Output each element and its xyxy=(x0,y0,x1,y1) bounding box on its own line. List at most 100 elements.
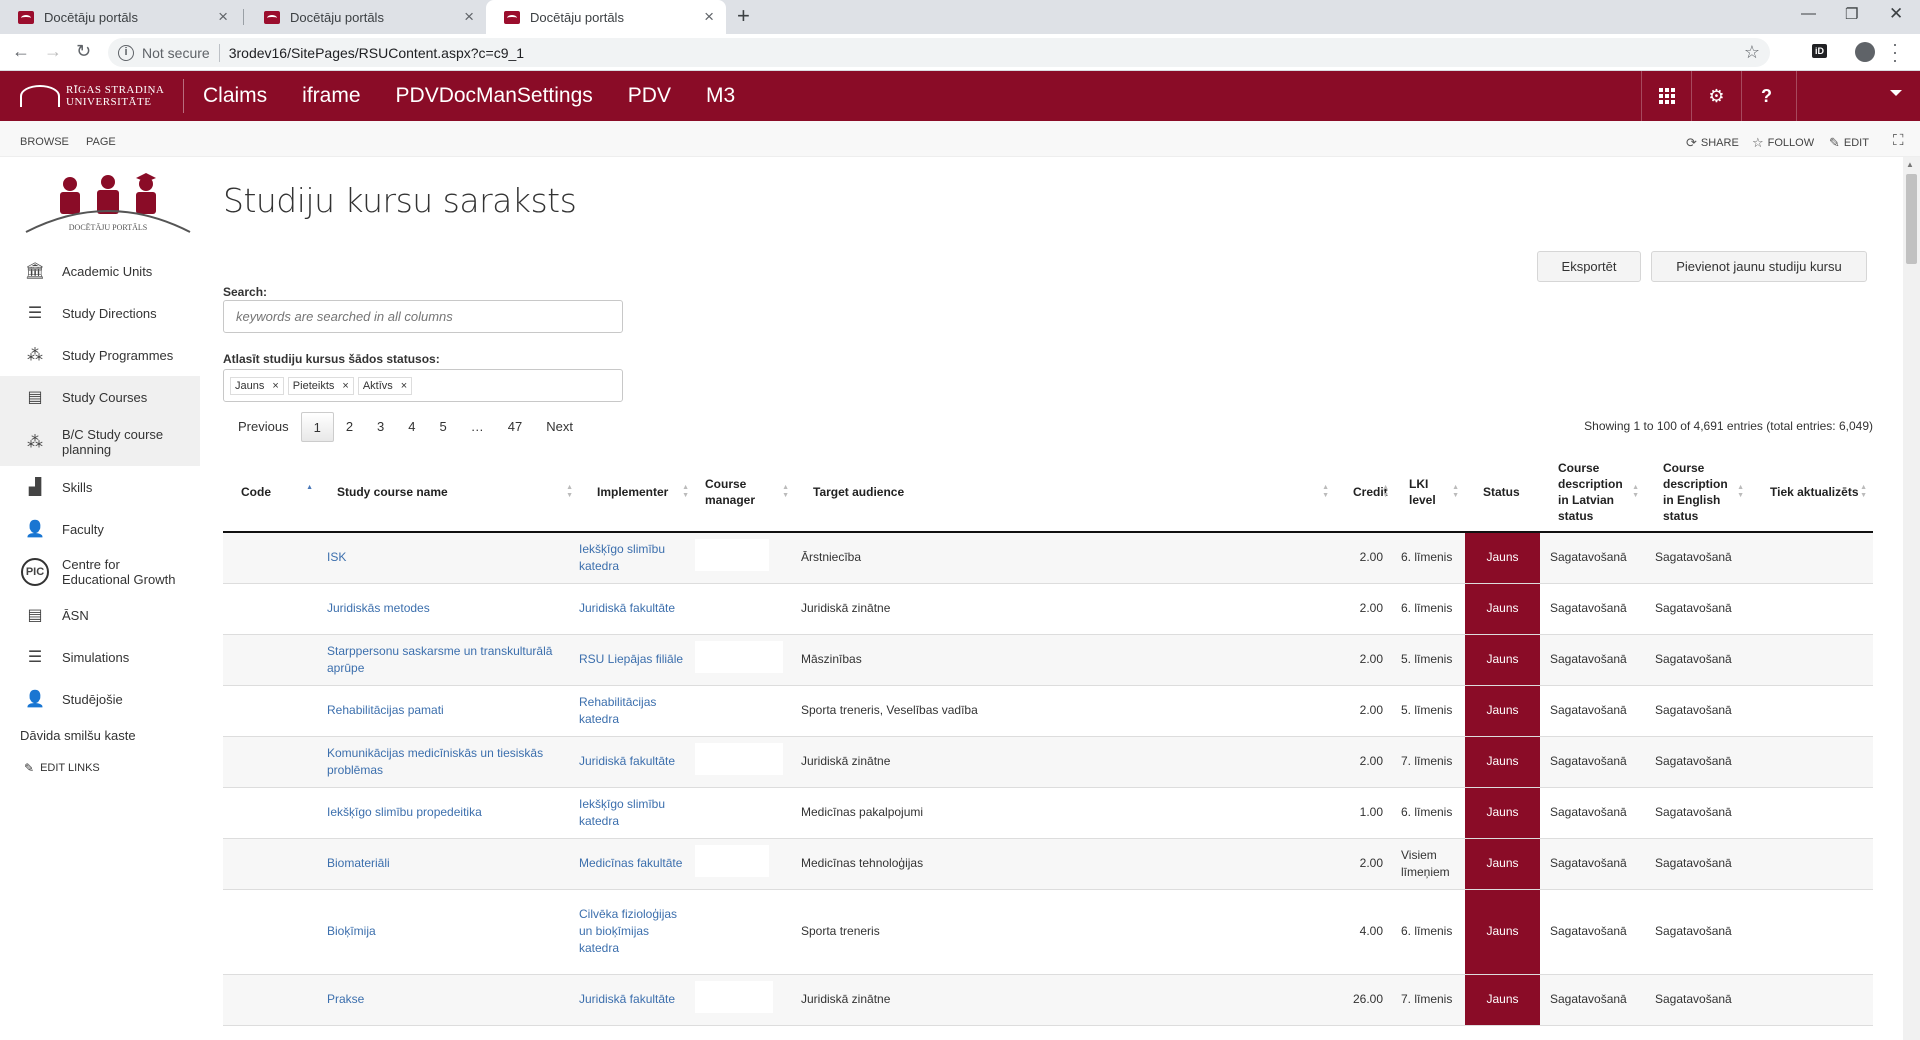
extension-id-icon[interactable]: iD xyxy=(1812,44,1827,58)
follow-button[interactable]: ☆ FOLLOW xyxy=(1752,135,1814,151)
suite-nav-m3[interactable]: M3 xyxy=(706,84,735,108)
col-desc-lv-status[interactable]: Course description in Latvian status ▲ ▼ xyxy=(1540,452,1645,533)
implementer-link[interactable]: Juridiskā fakultāte xyxy=(579,754,675,768)
pager-page-47[interactable]: 47 xyxy=(496,412,534,442)
table-row[interactable]: Prakse Juridiskā fakultāte Juridiskā zināt… xyxy=(223,974,1873,1026)
profile-icon[interactable] xyxy=(1855,42,1875,62)
app-launcher-icon[interactable] xyxy=(1641,71,1691,121)
table-row[interactable]: Juridiskās metodes Juridiskā fakultāte Jur… xyxy=(223,583,1873,635)
edit-button[interactable]: ✎ EDIT xyxy=(1829,135,1869,151)
add-course-button[interactable]: Pievienot jaunu studiju kursu xyxy=(1651,251,1867,282)
nav-davida-smilsu-kaste[interactable]: Dāvida smilšu kaste xyxy=(0,720,200,751)
implementer-link[interactable]: Iekšķīgo slimību katedra xyxy=(579,797,665,828)
chevron-down-icon[interactable] xyxy=(1890,90,1902,96)
pager-page-2[interactable]: 2 xyxy=(334,412,365,442)
table-row[interactable]: Rehabilitācijas pamati Rehabilitācijas ka… xyxy=(223,685,1873,737)
browser-tab-1[interactable]: Docētāju portāls × xyxy=(0,0,240,34)
course-name-link[interactable]: Starppersonu saskarsme un transkulturālā… xyxy=(327,644,552,675)
edit-links[interactable]: ✎ EDIT LINKS xyxy=(0,751,200,785)
suite-nav-pdvdocmansettings[interactable]: PDVDocManSettings xyxy=(396,84,593,108)
browser-tab-2[interactable]: Docētāju portāls × xyxy=(246,0,486,34)
reload-icon[interactable]: ↻ xyxy=(76,41,91,62)
col-course-manager[interactable]: Course manager ▲ ▼ xyxy=(695,452,795,533)
nav-academic-units[interactable]: 🏛 Academic Units xyxy=(0,250,200,292)
nav-centre-for-educational-growth[interactable]: PIC Centre for Educational Growth xyxy=(0,550,200,594)
kebab-menu-icon[interactable]: · · · xyxy=(1892,35,1898,69)
implementer-link[interactable]: Iekšķīgo slimību katedra xyxy=(579,542,665,573)
implementer-link[interactable]: RSU Liepājas filiāle xyxy=(579,652,683,666)
close-icon[interactable]: × xyxy=(704,7,714,27)
col-credit[interactable]: Credit ▲ ▼ xyxy=(1335,452,1395,533)
pager-page-5[interactable]: 5 xyxy=(428,412,459,442)
status-filter-input[interactable]: Jauns × Pieteikts × Aktīvs × xyxy=(223,369,623,402)
nav-bc-study-course-planning[interactable]: ⁂ B/C Study course planning xyxy=(0,418,200,466)
col-tiek-aktualizets[interactable]: Tiek aktualizēts ▲ ▼ xyxy=(1750,452,1873,533)
nav-asn[interactable]: ▤ ĀSN xyxy=(0,594,200,636)
col-code[interactable]: Code ▲ xyxy=(223,452,319,533)
minimize-icon[interactable]: — xyxy=(1801,5,1816,22)
table-row[interactable]: Komunikācijas medicīniskās un tiesiskās … xyxy=(223,736,1873,788)
pager-page-4[interactable]: 4 xyxy=(396,412,427,442)
close-icon[interactable]: × xyxy=(218,7,228,27)
table-row[interactable]: Bioķīmija Cilvēka fizioloģijas un bioķīmi… xyxy=(223,889,1873,975)
nav-studejosie[interactable]: 👤 Studējošie xyxy=(0,678,200,720)
suite-nav-claims[interactable]: Claims xyxy=(203,84,267,108)
focus-mode-icon[interactable]: ⛶ xyxy=(1893,132,1904,149)
implementer-link[interactable]: Juridiskā fakultāte xyxy=(579,601,675,615)
course-name-link[interactable]: Komunikācijas medicīniskās un tiesiskās … xyxy=(327,746,543,777)
window-close-icon[interactable]: ✕ xyxy=(1889,4,1903,24)
ribbon-tab-page[interactable]: PAGE xyxy=(86,136,116,148)
course-name-link[interactable]: Prakse xyxy=(327,992,364,1006)
ribbon-tab-browse[interactable]: BROWSE xyxy=(20,136,69,148)
browser-tab-3[interactable]: Docētāju portāls × xyxy=(486,0,726,34)
nav-skills[interactable]: ▟ Skills xyxy=(0,466,200,508)
course-name-link[interactable]: Juridiskās metodes xyxy=(327,601,430,615)
course-name-link[interactable]: Bioķīmija xyxy=(327,924,376,938)
omnibox[interactable]: i Not secure 3rodev16/SitePages/RSUConte… xyxy=(108,38,1770,67)
remove-tag-icon[interactable]: × xyxy=(342,380,348,392)
implementer-link[interactable]: Medicīnas fakultāte xyxy=(579,856,682,870)
settings-gear-icon[interactable]: ⚙ xyxy=(1691,71,1741,121)
col-lki-level[interactable]: LKI level ▲ ▼ xyxy=(1395,452,1465,533)
implementer-link[interactable]: Cilvēka fizioloģijas un bioķīmijas kated… xyxy=(579,907,677,955)
search-input[interactable] xyxy=(223,300,623,333)
help-icon[interactable]: ? xyxy=(1741,71,1791,121)
rsu-logo[interactable]: RĪGAS STRADIŅA UNIVERSITĀTE xyxy=(20,81,170,111)
nav-faculty[interactable]: 👤 Faculty xyxy=(0,508,200,550)
course-name-link[interactable]: Biomateriāli xyxy=(327,856,390,870)
restore-icon[interactable]: ❐ xyxy=(1845,5,1858,23)
course-name-link[interactable]: Rehabilitācijas pamati xyxy=(327,703,444,717)
nav-simulations[interactable]: ☰ Simulations xyxy=(0,636,200,678)
implementer-link[interactable]: Juridiskā fakultāte xyxy=(579,992,675,1006)
nav-study-courses[interactable]: ▤ Study Courses xyxy=(0,376,200,418)
col-desc-en-status[interactable]: Course description in English status ▲ ▼ xyxy=(1645,452,1750,533)
course-name-link[interactable]: ISK xyxy=(327,550,346,564)
remove-tag-icon[interactable]: × xyxy=(272,380,278,392)
info-icon[interactable]: i xyxy=(118,44,134,61)
scrollbar-thumb[interactable] xyxy=(1906,174,1917,264)
remove-tag-icon[interactable]: × xyxy=(401,380,407,392)
nav-study-directions[interactable]: ☰ Study Directions xyxy=(0,292,200,334)
pager-next[interactable]: Next xyxy=(534,412,585,442)
pager-previous[interactable]: Previous xyxy=(223,412,301,442)
table-row[interactable]: Iekšķīgo slimību propedeitika Iekšķīgo sl… xyxy=(223,787,1873,839)
back-icon[interactable]: ← xyxy=(12,41,30,62)
site-logo[interactable]: DOCĒTĀJU PORTĀLS xyxy=(24,172,192,240)
suite-nav-pdv[interactable]: PDV xyxy=(628,84,671,108)
nav-study-programmes[interactable]: ⁂ Study Programmes xyxy=(0,334,200,376)
share-button[interactable]: ⟳ SHARE xyxy=(1686,135,1739,151)
table-row[interactable]: ISK Iekšķīgo slimību katedra Ārstniecība 2.… xyxy=(223,532,1873,584)
user-menu[interactable] xyxy=(1796,71,1920,121)
page-scrollbar[interactable] xyxy=(1903,157,1920,1040)
forward-icon[interactable]: → xyxy=(44,41,62,62)
table-row[interactable]: Biomateriāli Medicīnas fakultāte Medicīnas… xyxy=(223,838,1873,890)
course-name-link[interactable]: Iekšķīgo slimību propedeitika xyxy=(327,805,482,819)
new-tab-icon[interactable]: + xyxy=(737,3,750,29)
col-study-course-name[interactable]: Study course name ▲ ▼ xyxy=(319,452,579,533)
col-target-audience[interactable]: Target audience ▲ ▼ xyxy=(795,452,1335,533)
export-button[interactable]: Eksportēt xyxy=(1537,251,1641,282)
pager-page-3[interactable]: 3 xyxy=(365,412,396,442)
scroll-up-icon[interactable]: ▲ xyxy=(1906,160,1914,169)
bookmark-star-icon[interactable]: ☆ xyxy=(1744,42,1760,63)
url-text[interactable]: 3rodev16/SitePages/RSUContent.aspx?c=c9_… xyxy=(229,45,524,61)
